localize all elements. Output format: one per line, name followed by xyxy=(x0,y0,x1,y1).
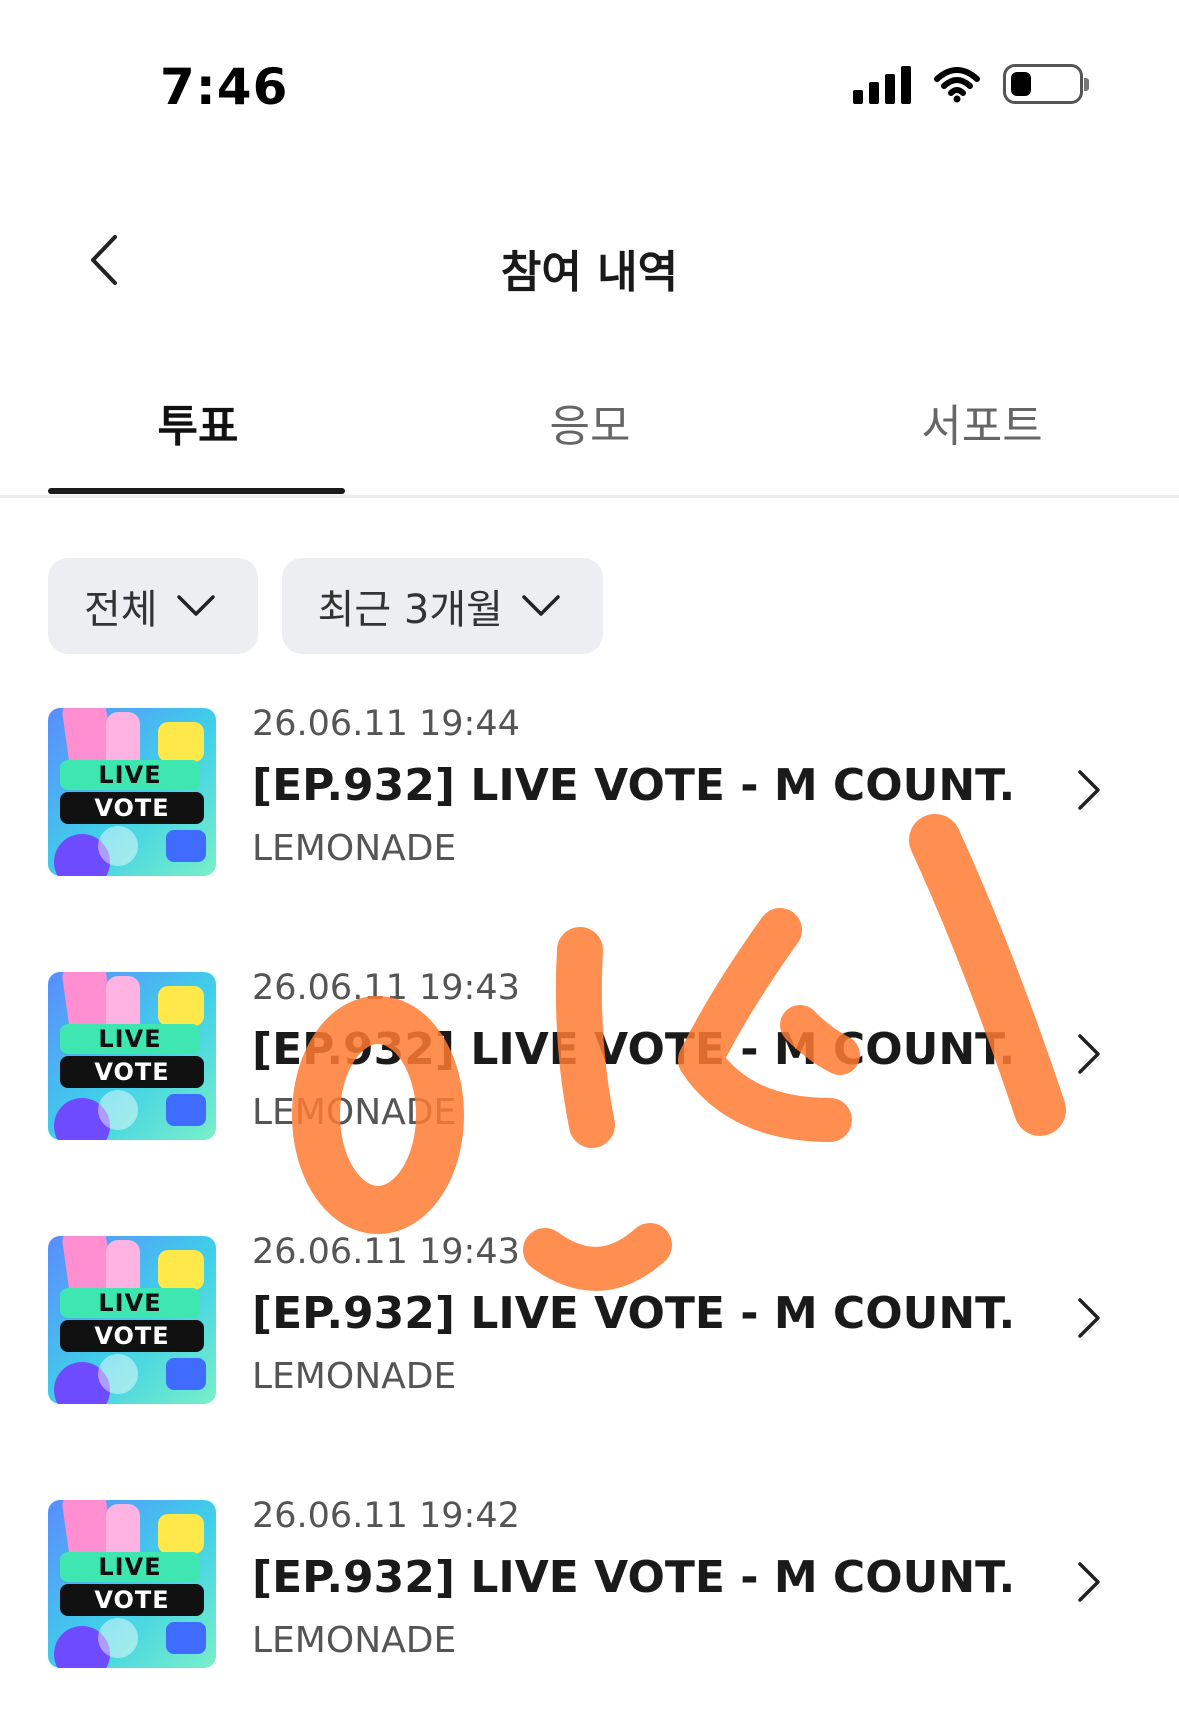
thumbnail-vote-text: VOTE xyxy=(60,1056,204,1088)
item-artist: LEMONADE xyxy=(252,1620,457,1661)
list-item[interactable]: LIVE VOTE 26.06.11 19:42 [EP.932] LIVE V… xyxy=(0,1482,1179,1682)
item-artist: LEMONADE xyxy=(252,828,457,869)
filter-category-dropdown[interactable]: 전체 xyxy=(48,558,258,654)
item-title: [EP.932] LIVE VOTE - M COUNT... xyxy=(252,1552,1012,1603)
live-vote-thumbnail: LIVE VOTE xyxy=(48,1236,216,1404)
chevron-right-icon xyxy=(1074,1032,1104,1080)
thumbnail-vote-text: VOTE xyxy=(60,1584,204,1616)
list-item[interactable]: LIVE VOTE 26.06.11 19:44 [EP.932] LIVE V… xyxy=(0,690,1179,890)
item-title: [EP.932] LIVE VOTE - M COUNT... xyxy=(252,760,1012,811)
thumbnail-vote-text: VOTE xyxy=(60,792,204,824)
status-bar: 7:46 xyxy=(0,0,1179,150)
item-date: 26.06.11 19:44 xyxy=(252,704,520,744)
status-icons xyxy=(853,64,1089,104)
tab-support[interactable]: 서포트 xyxy=(832,390,1132,454)
filter-period-label: 최근 3개월 xyxy=(317,587,503,633)
tab-entry[interactable]: 응모 xyxy=(440,390,740,454)
filter-period-dropdown[interactable]: 최근 3개월 xyxy=(281,558,603,654)
tab-bar: 투표 응모 서포트 xyxy=(0,360,1179,498)
item-date: 26.06.11 19:43 xyxy=(252,968,520,1008)
chevron-right-icon xyxy=(1074,1560,1104,1608)
live-vote-thumbnail: LIVE VOTE xyxy=(48,708,216,876)
item-date: 26.06.11 19:43 xyxy=(252,1232,520,1272)
thumbnail-live-text: LIVE xyxy=(60,1288,200,1318)
thumbnail-live-text: LIVE xyxy=(60,760,200,790)
item-title: [EP.932] LIVE VOTE - M COUNT... xyxy=(252,1024,1012,1075)
status-time: 7:46 xyxy=(160,58,289,116)
item-date: 26.06.11 19:42 xyxy=(252,1496,520,1536)
list-item[interactable]: LIVE VOTE 26.06.11 19:43 [EP.932] LIVE V… xyxy=(0,954,1179,1154)
chevron-down-icon xyxy=(176,594,216,618)
item-artist: LEMONADE xyxy=(252,1356,457,1397)
tab-vote[interactable]: 투표 xyxy=(48,390,348,454)
thumbnail-vote-text: VOTE xyxy=(60,1320,204,1352)
filter-category-label: 전체 xyxy=(84,587,158,633)
chevron-right-icon xyxy=(1074,768,1104,816)
filter-bar: 전체 최근 3개월 xyxy=(48,558,603,654)
live-vote-thumbnail: LIVE VOTE xyxy=(48,1500,216,1668)
list-item[interactable]: LIVE VOTE 26.06.11 19:43 [EP.932] LIVE V… xyxy=(0,1218,1179,1418)
thumbnail-live-text: LIVE xyxy=(60,1024,200,1054)
active-tab-indicator xyxy=(48,488,345,494)
chevron-down-icon xyxy=(521,594,561,618)
chevron-right-icon xyxy=(1074,1296,1104,1344)
item-artist: LEMONADE xyxy=(252,1092,457,1133)
battery-icon xyxy=(1003,64,1089,104)
wifi-icon xyxy=(933,65,981,103)
item-title: [EP.932] LIVE VOTE - M COUNT... xyxy=(252,1288,1012,1339)
page-title: 참여 내역 xyxy=(500,247,679,298)
thumbnail-live-text: LIVE xyxy=(60,1552,200,1582)
header: 참여 내역 xyxy=(0,200,1179,320)
battery-level xyxy=(1011,72,1031,96)
signal-icon xyxy=(853,64,911,104)
live-vote-thumbnail: LIVE VOTE xyxy=(48,972,216,1140)
